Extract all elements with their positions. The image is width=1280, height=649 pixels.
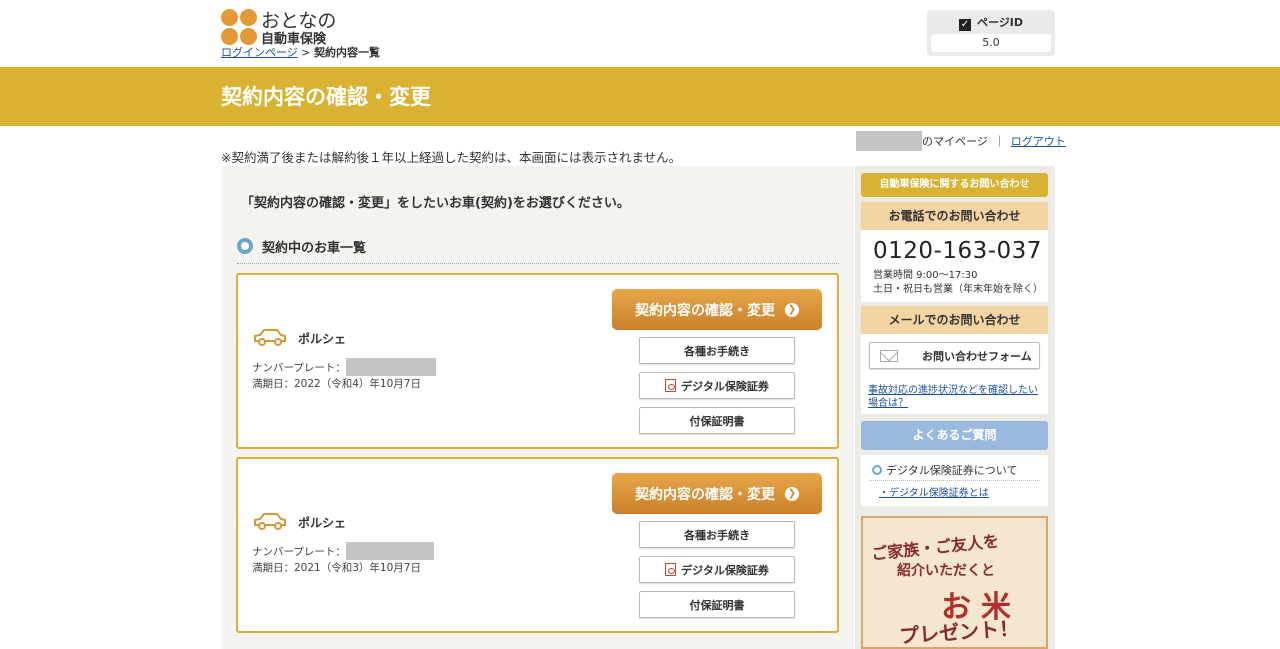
mypage-label: のマイページ	[922, 135, 988, 148]
page-id-label: ページID	[976, 16, 1023, 29]
breadcrumb-separator: >	[297, 46, 314, 59]
section-bullet-icon	[237, 238, 253, 254]
procedures-button[interactable]: 各種お手続き	[639, 337, 795, 364]
expiry-date: 満期日：2021（令和3）年10月7日	[252, 562, 421, 574]
masked-username	[856, 131, 922, 151]
phone-number: 0120-163-037	[873, 238, 1042, 264]
promo-line: 紹介いただくと	[897, 563, 995, 579]
logout-link[interactable]: ログアウト	[1011, 133, 1066, 149]
notice-text: ※契約満了後または解約後１年以上経過した契約は、本画面には表示されません。	[221, 150, 682, 165]
digital-policy-label: デジタル保険証券	[681, 563, 769, 577]
confirm-change-button[interactable]: 契約内容の確認・変更 ❯	[612, 473, 822, 514]
car-card: ポルシェ ナンバープレート： 満期日：2021（令和3）年10月7日 契約内容の…	[236, 457, 839, 633]
page-id-value: 5.0	[931, 34, 1051, 52]
certificate-button[interactable]: 付保証明書	[639, 407, 795, 434]
checkbox-icon: ✓	[958, 19, 971, 31]
faq-box: デジタル保険証券について ・デジタル保険証券とは	[861, 455, 1048, 506]
section-title: 契約中のお車一覧	[262, 241, 367, 256]
faq-question: デジタル保険証券について	[872, 462, 1017, 478]
contact-form-label: お問い合わせフォーム	[922, 349, 1032, 363]
accident-status-link[interactable]: 事故対応の進捗状況などを確認したい場合は？	[868, 384, 1044, 410]
digital-policy-button[interactable]: デジタル保険証券	[639, 372, 795, 399]
number-plate: ナンバープレート：	[252, 542, 434, 560]
promo-line: プレゼント！	[898, 615, 1020, 649]
business-days-line: 土日・祝日も営業（年末年始を除く）	[873, 284, 1043, 295]
contact-title: 自動車保険に関するお問い合わせ	[861, 173, 1048, 197]
breadcrumb-login-link[interactable]: ログインページ	[221, 46, 298, 59]
car-icon	[254, 513, 286, 530]
breadcrumb-current: 契約内容一覧	[314, 46, 380, 59]
certificate-button[interactable]: 付保証明書	[639, 591, 795, 618]
confirm-change-label: 契約内容の確認・変更	[635, 486, 775, 503]
faq-answer-link[interactable]: ・デジタル保険証券とは	[879, 484, 989, 499]
breadcrumb: ログインページ > 契約内容一覧	[221, 44, 380, 60]
bullet-ring-icon	[872, 465, 882, 475]
mail-contact-heading: メールでのお問い合わせ	[861, 306, 1048, 334]
faq-divider	[869, 480, 1040, 481]
envelope-icon	[880, 349, 898, 362]
chevron-right-icon: ❯	[785, 302, 799, 317]
car-card: ポルシェ ナンバープレート： 満期日：2022（令和4）年10月7日 契約内容の…	[236, 273, 839, 449]
faq-question-label: デジタル保険証券について	[886, 464, 1018, 477]
masked-plate	[345, 542, 434, 560]
pdf-icon	[665, 563, 677, 576]
divider	[237, 263, 839, 264]
expiry-date: 満期日：2022（令和4）年10月7日	[252, 378, 421, 390]
confirm-change-button[interactable]: 契約内容の確認・変更 ❯	[612, 289, 822, 330]
car-name: ポルシェ	[298, 516, 347, 530]
procedures-button[interactable]: 各種お手続き	[639, 521, 795, 548]
page-title: 契約内容の確認・変更	[221, 85, 431, 109]
car-icon	[254, 329, 286, 346]
user-bar-separator: ｜	[993, 135, 1005, 148]
number-plate: ナンバープレート：	[252, 358, 436, 376]
page-banner: 契約内容の確認・変更	[0, 67, 1280, 126]
masked-plate	[345, 358, 436, 376]
digital-policy-button[interactable]: デジタル保険証券	[639, 556, 795, 583]
business-hours: 営業時間 9:00～17:30 土日・祝日も営業（年末年始を除く）	[873, 269, 1043, 297]
car-name: ポルシェ	[298, 332, 347, 346]
page-id-box: ✓ ページID 5.0	[927, 10, 1055, 56]
phone-contact-heading: お電話でのお問い合わせ	[861, 202, 1048, 230]
confirm-change-label: 契約内容の確認・変更	[635, 302, 775, 319]
business-hours-line: 営業時間 9:00～17:30	[873, 270, 978, 281]
instruction-text: 「契約内容の確認・変更」をしたいお車(契約)をお選びください。	[241, 196, 630, 211]
faq-button[interactable]: よくあるご質問	[861, 421, 1048, 450]
digital-policy-label: デジタル保険証券	[681, 379, 769, 393]
logo-icon	[221, 9, 257, 45]
contact-form-button[interactable]: お問い合わせフォーム	[869, 342, 1040, 369]
plate-label: ナンバープレート：	[252, 361, 346, 374]
chevron-right-icon: ❯	[785, 486, 799, 501]
pdf-icon	[665, 379, 677, 392]
referral-promo-banner[interactable]: ご家族・ご友人を 紹介いただくと お米 プレゼント！	[861, 516, 1048, 649]
plate-label: ナンバープレート：	[252, 545, 346, 558]
user-bar: のマイページ ｜ ログアウト	[856, 131, 1066, 151]
